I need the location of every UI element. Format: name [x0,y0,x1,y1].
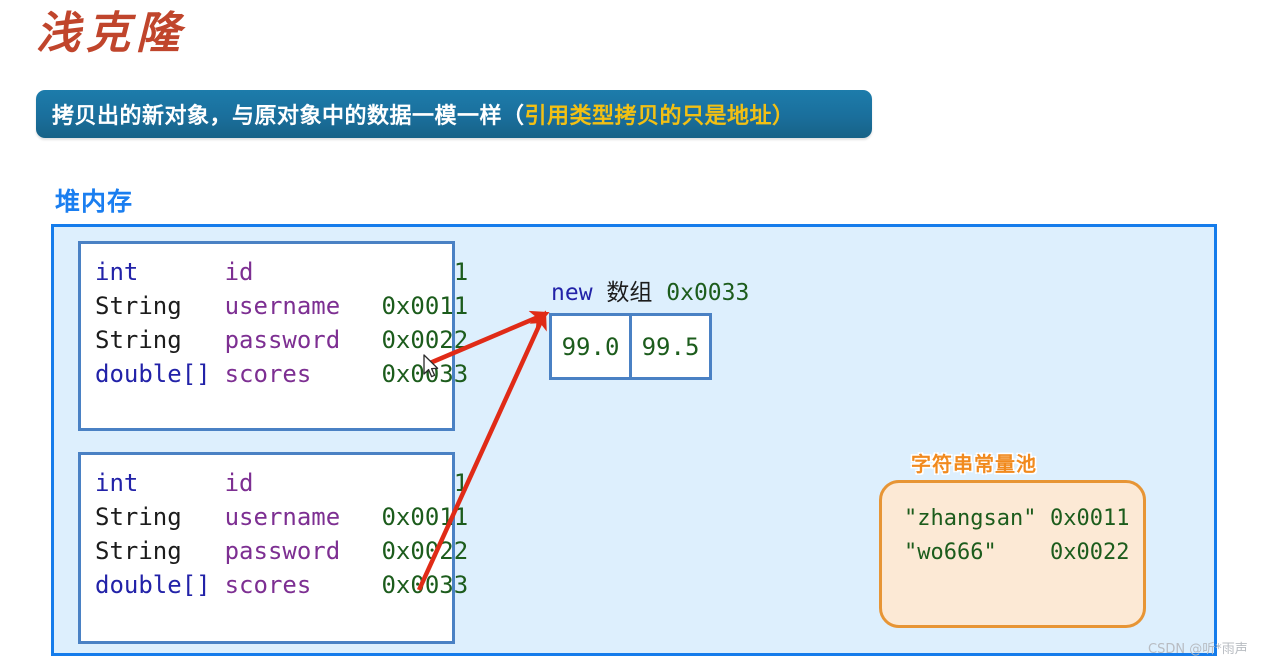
field-type: String [95,292,182,320]
table-row: int id 1 [95,255,468,289]
field-name: username [224,503,341,531]
field-name: password [224,326,341,354]
array-caption-label: 数组 [606,280,653,306]
field-type: double[] [95,571,211,599]
field-value: 0x0011 [381,503,469,531]
mouse-cursor-icon [423,354,439,378]
field-type: int [95,469,139,497]
original-object-fields: int id 1 String username 0x0011 String p… [95,255,468,391]
banner-text-main: 拷贝出的新对象，与原对象中的数据一模一样（ [52,104,525,129]
table-row: String password 0x0022 [95,323,468,357]
field-type: String [95,503,182,531]
field-value: 0x0011 [381,292,469,320]
field-type: String [95,326,182,354]
field-value: 1 [453,258,469,286]
cloned-object-fields: int id 1 String username 0x0011 String p… [95,466,468,602]
table-row: String password 0x0022 [95,534,468,568]
field-type: String [95,537,182,565]
table-row: double[] scores 0x0033 [95,568,468,602]
array-cell: 99.0 [561,332,620,361]
banner-text: 拷贝出的新对象，与原对象中的数据一模一样（引用类型拷贝的只是地址） [52,98,795,130]
pool-address: 0x0022 [1050,540,1130,565]
array-cell: 99.5 [629,316,709,377]
banner-text-highlight: 引用类型拷贝的只是地址 [524,104,773,129]
table-row: String username 0x0011 [95,289,468,323]
field-type: int [95,258,139,286]
string-pool-box: "zhangsan" 0x0011 "wo666" 0x0022 [879,480,1146,628]
array-box: 99.0 99.5 [549,313,712,380]
array-caption-new: new [551,280,593,306]
field-value: 0x0022 [381,537,469,565]
table-row: "zhangsan" 0x0011 [904,502,1129,536]
field-type: double[] [95,360,211,388]
field-name: scores [224,360,312,388]
array-caption-address: 0x0033 [666,280,750,306]
field-name: username [224,292,341,320]
banner-text-tail: ） [772,104,795,129]
csdn-watermark: CSDN @听*雨声 [1148,642,1248,657]
field-name: scores [224,571,312,599]
page-title: 浅克隆 [36,8,186,59]
cloned-object-box: int id 1 String username 0x0011 String p… [78,452,468,644]
field-value: 0x0022 [381,326,469,354]
field-name: id [224,258,254,286]
summary-banner: 拷贝出的新对象，与原对象中的数据一模一样（引用类型拷贝的只是地址） [36,90,872,138]
field-name: id [224,469,254,497]
string-pool-entries: "zhangsan" 0x0011 "wo666" 0x0022 [904,502,1129,570]
field-name: password [224,537,341,565]
pool-address: 0x0011 [1050,506,1130,531]
table-row: "wo666" 0x0022 [904,536,1129,570]
table-row: String username 0x0011 [95,500,468,534]
array-caption: new 数组 0x0033 [551,273,749,307]
field-value: 0x0033 [381,571,469,599]
table-row: double[] scores 0x0033 [95,357,468,391]
pool-literal: "wo666" [904,540,997,565]
field-value: 0x0033 [381,360,469,388]
table-row: int id 1 [95,466,468,500]
original-object-box: int id 1 String username 0x0011 String p… [78,241,468,431]
heap-memory-heading: 堆内存 [55,187,134,216]
field-value: 1 [453,469,469,497]
string-pool-title: 字符串常量池 [911,452,1037,476]
pool-literal: "zhangsan" [904,506,1037,531]
